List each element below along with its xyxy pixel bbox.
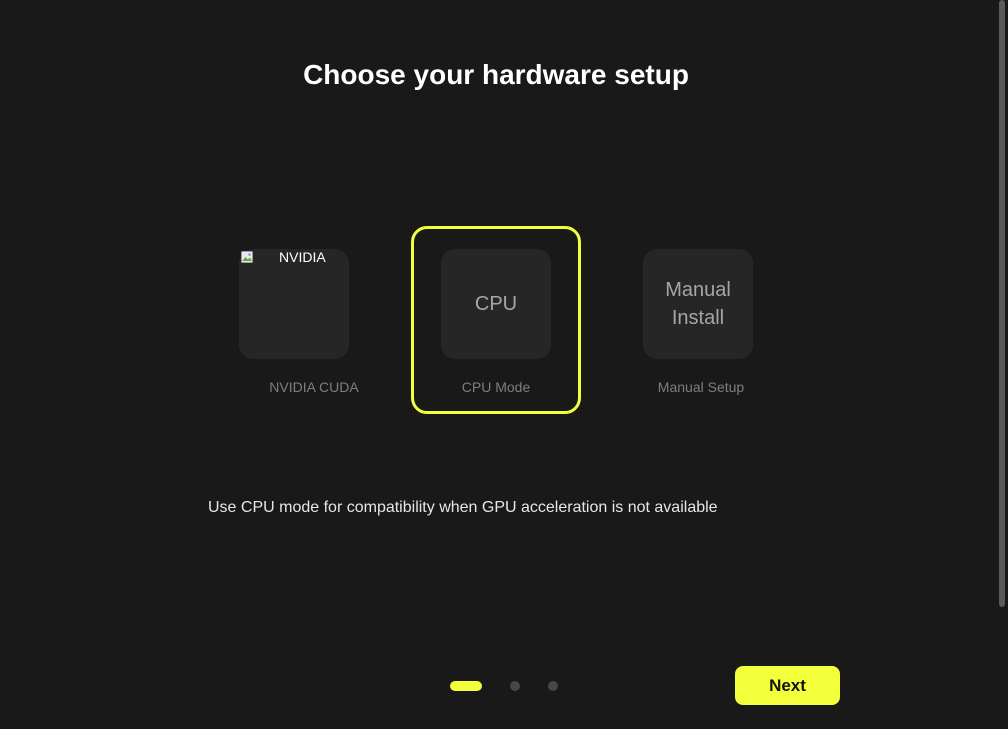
- step-dot-1[interactable]: [450, 681, 482, 691]
- nvidia-logo-image: NVIDIA: [239, 249, 349, 269]
- manual-tile-line1: Manual: [665, 279, 731, 301]
- scrollbar-thumb[interactable]: [999, 0, 1005, 607]
- manual-tile[interactable]: Manual Install: [643, 249, 753, 359]
- broken-image-icon: [241, 251, 253, 263]
- page-title: Choose your hardware setup: [303, 59, 689, 90]
- option-caption: NVIDIA CUDA: [269, 379, 359, 395]
- option-caption: CPU Mode: [461, 379, 531, 395]
- nvidia-tile[interactable]: NVIDIA: [239, 249, 349, 359]
- manual-tile-line2: Install: [671, 307, 725, 329]
- cpu-tile-label: CPU: [474, 293, 518, 315]
- option-manual-setup[interactable]: Manual Install Manual Setup: [616, 226, 786, 414]
- manual-tile-label: Manual Install: [665, 276, 731, 332]
- option-nvidia-cuda[interactable]: NVIDIA NVIDIA CUDA: [226, 226, 396, 414]
- step-dot-3[interactable]: [548, 681, 558, 691]
- option-cpu-mode[interactable]: CPU CPU Mode: [411, 226, 581, 414]
- vertical-scrollbar[interactable]: [996, 0, 1008, 729]
- next-button[interactable]: Next: [735, 666, 840, 705]
- option-caption: Manual Setup: [657, 379, 745, 395]
- step-dot-2[interactable]: [510, 681, 520, 691]
- nvidia-logo-alt-text: NVIDIA: [279, 249, 326, 265]
- cpu-tile[interactable]: CPU: [441, 249, 551, 359]
- setup-page: Choose your hardware setup NVIDIA NVIDIA…: [0, 0, 1008, 729]
- option-description: Use CPU mode for compatibility when GPU …: [208, 499, 718, 516]
- step-indicator: [450, 680, 570, 692]
